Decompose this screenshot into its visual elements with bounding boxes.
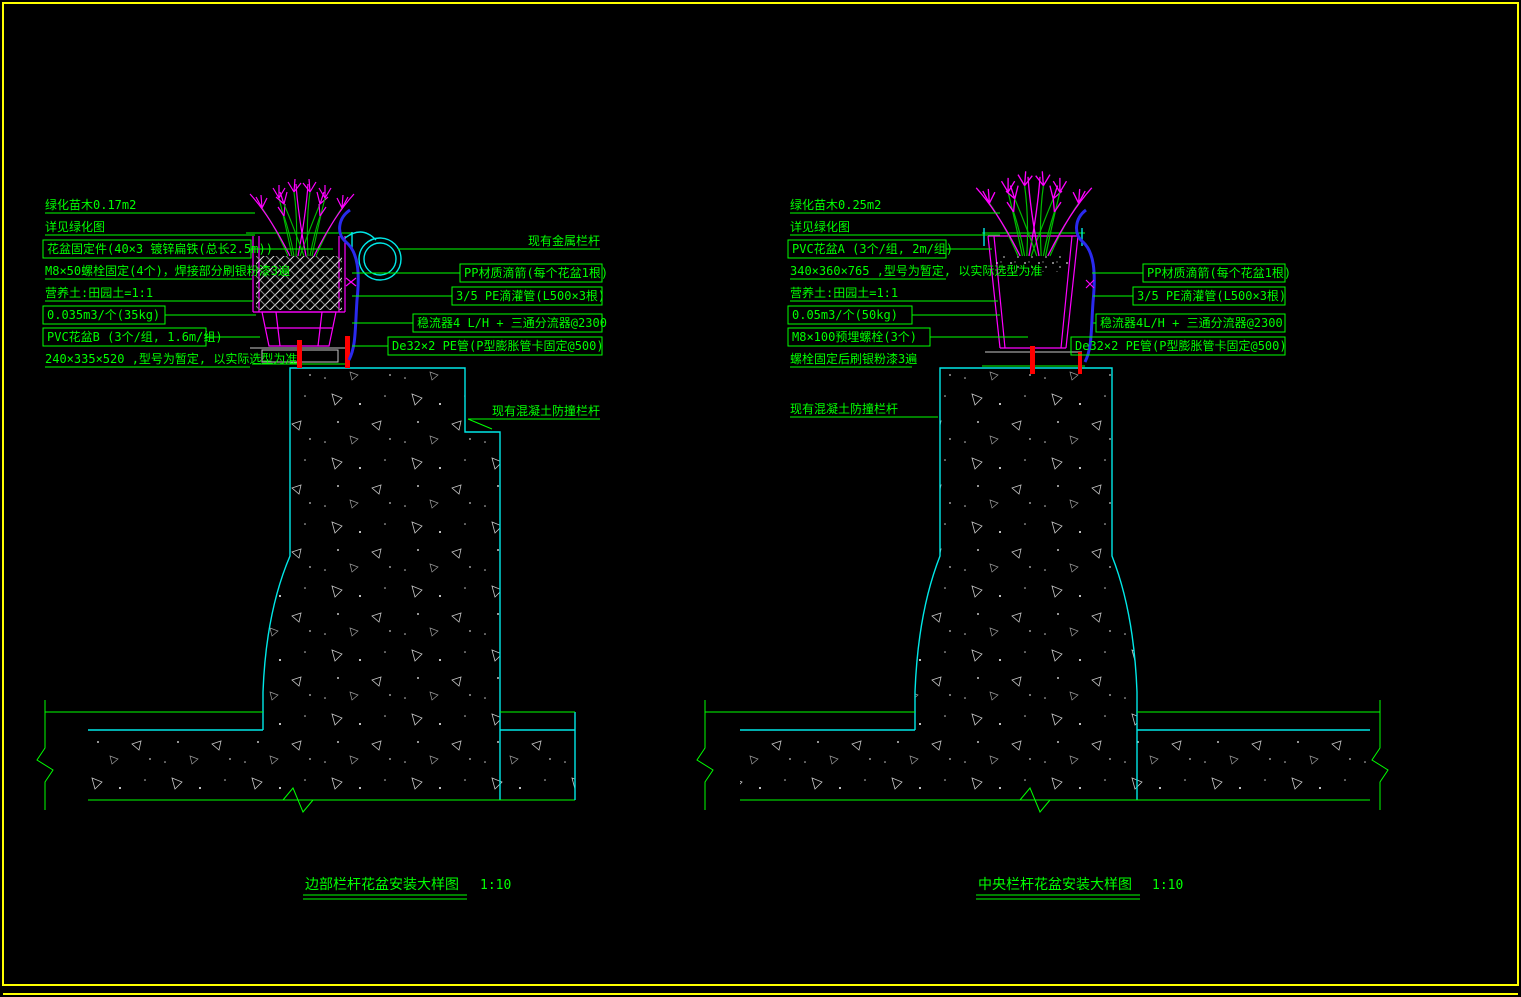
label-soil-volume: 0.035m3/个(35kg) <box>47 308 160 322</box>
label-paint-note: 螺栓固定后刷银粉漆3遍 <box>790 351 917 366</box>
metal-rail-pipe-outer <box>359 238 401 280</box>
label-pvc-pot-b: PVC花盆B (3个/组, 1.6m/组) <box>47 329 223 344</box>
sheet-border <box>3 3 1518 985</box>
cad-canvas: 绿化苗木0.17m2 详见绿化图 花盆固定件(40×3 镀锌扁铁(总长2.5m)… <box>0 0 1521 997</box>
label-pe-pipe: De32×2 PE管(P型膨胀管卡固定@500) <box>392 338 604 353</box>
central-break-symbol-right <box>1372 700 1388 810</box>
edge-anchor-bolt <box>297 340 302 368</box>
edge-barrier-concrete-fill <box>88 368 575 800</box>
central-barrier-detail: 绿化苗木0.25m2 详见绿化图 PVC花盆A (3个/组, 2m/组) 340… <box>697 171 1388 899</box>
central-pot-outline <box>988 236 1078 348</box>
label-pe-drip-tube: 3/5 PE滴灌管(L500×3根) <box>1137 288 1286 303</box>
label-see-greening-plan: 详见绿化图 <box>45 219 105 234</box>
central-break-symbol-left <box>697 700 713 810</box>
central-title-block: 中央栏杆花盆安装大样图 1:10 <box>976 877 1183 899</box>
label-pvc-pot-a: PVC花盆A (3个/组, 2m/组) <box>792 241 953 256</box>
central-right-annotations: PP材质滴箭(每个花盆1根) 3/5 PE滴灌管(L500×3根) 稳流器4L/… <box>1071 264 1291 355</box>
edge-barrier-detail: 绿化苗木0.17m2 详见绿化图 花盆固定件(40×3 镀锌扁铁(总长2.5m)… <box>37 179 608 899</box>
edge-drip-arrow <box>346 278 356 286</box>
label-flow-regulator: 稳流器4L/H + 三通分流器@2300 <box>1100 315 1283 330</box>
label-existing-concrete-barrier: 现有混凝土防撞栏杆 <box>790 401 898 416</box>
edge-anchor-bolt <box>345 336 350 368</box>
label-see-greening-plan: 详见绿化图 <box>790 219 850 234</box>
edge-drawing-title: 边部栏杆花盆安装大样图 <box>305 877 459 893</box>
label-pe-drip-tube: 3/5 PE滴灌管(L500×3根) <box>456 288 605 303</box>
edge-drawing-scale: 1:10 <box>480 878 511 893</box>
label-embedded-bolt: M8×100预埋螺栓(3个) <box>792 329 917 344</box>
central-anchor-bolt <box>1030 346 1035 374</box>
label-soil-mix: 营养土:田园土=1:1 <box>45 285 153 300</box>
label-greening-area: 绿化苗木0.25m2 <box>790 197 881 212</box>
label-soil-mix: 营养土:田园土=1:1 <box>790 285 898 300</box>
label-flow-regulator: 稳流器4 L/H + 三通分流器@2300 <box>417 315 607 330</box>
label-pot-fixing: 花盆固定件(40×3 镀锌扁铁(总长2.5m)) <box>47 241 273 256</box>
metal-rail-pipe-inner <box>364 243 396 275</box>
drawing-svg: 绿化苗木0.17m2 详见绿化图 花盆固定件(40×3 镀锌扁铁(总长2.5m)… <box>0 0 1521 997</box>
central-drawing-title: 中央栏杆花盆安装大样图 <box>978 877 1132 893</box>
label-greening-area: 绿化苗木0.17m2 <box>45 197 136 212</box>
label-pe-pipe: De32×2 PE管(P型膨胀管卡固定@500) <box>1075 338 1287 353</box>
central-plants <box>976 171 1092 256</box>
label-existing-metal-rail: 现有金属栏杆 <box>528 233 600 248</box>
label-pp-dripper: PP材质滴箭(每个花盆1根) <box>1147 265 1291 280</box>
label-pot-size: 240×335×520 ,型号为暂定, 以实际选型为准 <box>45 351 297 366</box>
edge-break-symbol-left <box>37 700 53 810</box>
label-existing-concrete-barrier: 现有混凝土防撞栏杆 <box>492 403 600 418</box>
central-barrier-concrete-fill <box>740 368 1370 800</box>
label-bolt-fixing: M8×50螺栓固定(4个)，焊接部分刷银粉漆3遍 <box>45 263 290 278</box>
label-pot-size: 340×360×765 ,型号为暂定, 以实际选型为准 <box>790 263 1042 278</box>
label-soil-volume: 0.05m3/个(50kg) <box>792 308 898 322</box>
leader-line <box>468 419 492 429</box>
central-drawing-scale: 1:10 <box>1152 878 1183 893</box>
edge-title-block: 边部栏杆花盆安装大样图 1:10 <box>303 877 511 899</box>
label-pp-dripper: PP材质滴箭(每个花盆1根) <box>464 265 608 280</box>
edge-planter <box>246 210 401 368</box>
